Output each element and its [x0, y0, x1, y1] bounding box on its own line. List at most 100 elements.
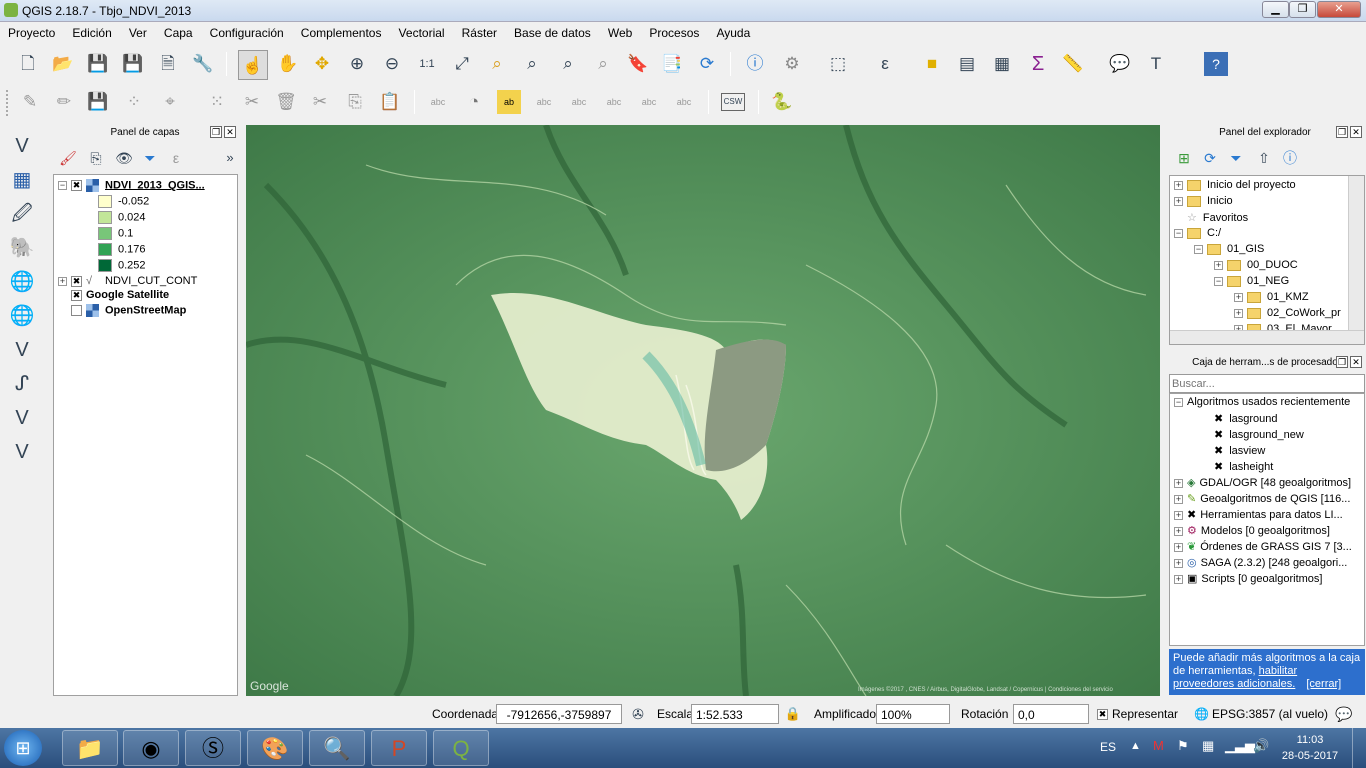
identify-icon[interactable]: ⓘ — [743, 52, 767, 76]
render-checkbox-row[interactable]: ✖ Representar — [1097, 707, 1178, 721]
expand-icon[interactable]: + — [1174, 558, 1183, 568]
additional-providers-link[interactable]: proveedores adicionales. — [1173, 678, 1295, 690]
provider-group[interactable]: + ✎ Geoalgoritmos de QGIS [116... — [1174, 492, 1350, 505]
new-project-icon[interactable]: 🗋 — [16, 52, 40, 76]
expand-icon[interactable]: + — [58, 276, 67, 286]
powerpoint-taskbar-icon[interactable]: P — [371, 730, 427, 766]
zoom-native-icon[interactable]: 1:1 — [415, 52, 439, 76]
add-feature-icon[interactable]: ⁘ — [122, 90, 146, 114]
pan-map-icon[interactable]: ✋ — [276, 52, 300, 76]
zoom-in-icon[interactable]: ⊕ — [345, 52, 369, 76]
menu-web[interactable]: Web — [600, 23, 638, 40]
collapse-all-icon[interactable]: ⇧ — [1252, 146, 1276, 170]
browser-horizontal-scrollbar[interactable] — [1170, 330, 1364, 344]
clock-time[interactable]: 11:03 — [1280, 734, 1340, 746]
csw-icon[interactable]: CSW — [721, 93, 745, 111]
algorithm-item[interactable]: ✖ lasground_new — [1214, 428, 1304, 441]
show-hide-labels-icon[interactable]: abc — [567, 90, 591, 114]
node-tool-icon[interactable]: ⁙ — [205, 90, 229, 114]
expand-icon[interactable]: + — [1174, 526, 1183, 536]
scale-combobox[interactable]: 1:52.533 — [691, 704, 779, 724]
layers-panel-close-button[interactable]: ✕ — [224, 126, 236, 138]
provider-group[interactable]: + ❦ Órdenes de GRASS GIS 7 [3... — [1174, 540, 1352, 553]
zoom-out-icon[interactable]: ⊖ — [380, 52, 404, 76]
algorithm-item[interactable]: ✖ lasview — [1214, 444, 1265, 457]
zoom-full-icon[interactable]: ⤢ — [450, 52, 474, 76]
layer-checkbox[interactable]: ✖ — [71, 275, 82, 287]
layer-checkbox[interactable]: ✖ — [71, 289, 82, 301]
magnifier-app-taskbar-icon[interactable]: 🔍 — [309, 730, 365, 766]
composer-manager-icon[interactable]: 🔧 — [191, 52, 215, 76]
toolbox-panel-close-button[interactable]: ✕ — [1350, 356, 1362, 368]
new-bookmark-icon[interactable]: 🔖 — [626, 52, 650, 76]
menu-complementos[interactable]: Complementos — [293, 23, 388, 40]
coordinate-field[interactable]: -7912656,-3759897 — [496, 704, 622, 724]
start-button-icon[interactable]: ⊞ — [4, 730, 42, 766]
refresh-browser-icon[interactable]: ⟳ — [1198, 146, 1222, 170]
expand-icon[interactable]: + — [1174, 574, 1183, 584]
menu-raster[interactable]: Ráster — [454, 23, 503, 40]
map-canvas[interactable]: Google Imágenes ©2017 , CNES / Airbus, D… — [246, 125, 1160, 696]
paste-features-icon[interactable]: 📋 — [378, 90, 402, 114]
tray-flag-icon[interactable]: ⚑ — [1177, 738, 1189, 754]
menu-ayuda[interactable]: Ayuda — [708, 23, 756, 40]
toolbox-panel-float-button[interactable]: ❐ — [1336, 356, 1348, 368]
collapse-icon[interactable]: − — [1214, 276, 1223, 286]
render-checkbox[interactable]: ✖ — [1097, 709, 1108, 721]
add-wfs-layer-icon[interactable]: V — [8, 338, 36, 366]
algorithm-item[interactable]: ✖ lasheight — [1214, 460, 1273, 473]
save-edits-icon[interactable]: 💾 — [86, 90, 110, 114]
trash-icon[interactable]: 🗑 — [274, 90, 298, 114]
browser-item[interactable]: ☆ Favoritos — [1187, 211, 1248, 224]
expand-icon[interactable]: + — [1174, 196, 1183, 206]
zoom-last-icon[interactable]: ⌕ — [556, 52, 580, 76]
save-project-icon[interactable]: 💾 — [86, 52, 110, 76]
expand-icon[interactable]: + — [1174, 180, 1183, 190]
zoom-to-layer-icon[interactable]: ⌕ — [520, 52, 544, 76]
skype-taskbar-icon[interactable]: Ⓢ — [185, 730, 241, 766]
deselect-all-icon[interactable]: ■ — [920, 52, 944, 76]
cut-features-icon[interactable]: ✂ — [308, 90, 332, 114]
expand-icon[interactable]: + — [1214, 260, 1223, 270]
add-group-icon[interactable]: ⎘ — [84, 146, 108, 170]
select-features-icon[interactable]: ⬚ — [826, 52, 850, 76]
provider-group[interactable]: + ✖ Herramientas para datos LI... — [1174, 508, 1343, 521]
save-as-icon[interactable]: 💾 — [121, 52, 145, 76]
filter-browser-icon[interactable]: ⏷ — [1224, 146, 1248, 170]
browser-vertical-scrollbar[interactable] — [1348, 176, 1364, 330]
attribute-table-icon[interactable]: ▤ — [955, 52, 979, 76]
expand-icon[interactable]: + — [1234, 308, 1243, 318]
delete-selected-icon[interactable]: ✂ — [240, 90, 264, 114]
explorer-taskbar-icon[interactable]: 📁 — [62, 730, 118, 766]
run-feature-action-icon[interactable]: ⚙ — [780, 52, 804, 76]
diagram-icon[interactable]: ◔ — [462, 90, 486, 114]
map-tips-icon[interactable]: 💬 — [1108, 52, 1132, 76]
copy-features-icon[interactable]: ⎘ — [343, 90, 367, 114]
provider-group[interactable]: + ▣ Scripts [0 geoalgoritmos] — [1174, 572, 1322, 585]
collapse-icon[interactable]: − — [1174, 397, 1183, 407]
messages-icon[interactable]: 💬 — [1332, 702, 1356, 726]
toggle-extents-icon[interactable]: ✇ — [626, 702, 650, 726]
toggle-editing-icon[interactable]: ✏ — [52, 90, 76, 114]
label-tool-icon[interactable]: abc — [426, 90, 450, 114]
collapse-icon[interactable]: − — [58, 181, 67, 190]
menu-configuracion[interactable]: Configuración — [202, 23, 290, 40]
provider-group[interactable]: + ◈ GDAL/OGR [48 geoalgoritmos] — [1174, 476, 1351, 489]
qgis-taskbar-icon[interactable]: Q — [433, 730, 489, 766]
show-desktop-button[interactable] — [1352, 728, 1366, 768]
current-edits-icon[interactable]: ✎ — [18, 90, 42, 114]
add-virtual-layer-icon[interactable]: ᔑ — [8, 372, 36, 400]
add-spatialite-layer-icon[interactable]: V — [8, 406, 36, 434]
browser-panel-close-button[interactable]: ✕ — [1350, 126, 1362, 138]
statistics-sigma-icon[interactable]: Σ — [1026, 52, 1050, 76]
open-project-icon[interactable]: 📂 — [51, 52, 75, 76]
lock-scale-icon[interactable]: 🔒 — [781, 702, 805, 726]
layer-checkbox[interactable]: ✖ — [71, 180, 82, 191]
new-shapefile-icon[interactable]: V — [8, 440, 36, 468]
add-vector-layer-icon[interactable]: V — [8, 134, 36, 162]
tray-arrow-icon[interactable]: ▲ — [1130, 740, 1141, 752]
browser-panel-float-button[interactable]: ❐ — [1336, 126, 1348, 138]
paint-taskbar-icon[interactable]: 🎨 — [247, 730, 303, 766]
browser-item[interactable]: − C:/ — [1174, 227, 1221, 239]
tray-antivirus-icon[interactable]: M — [1153, 738, 1164, 753]
